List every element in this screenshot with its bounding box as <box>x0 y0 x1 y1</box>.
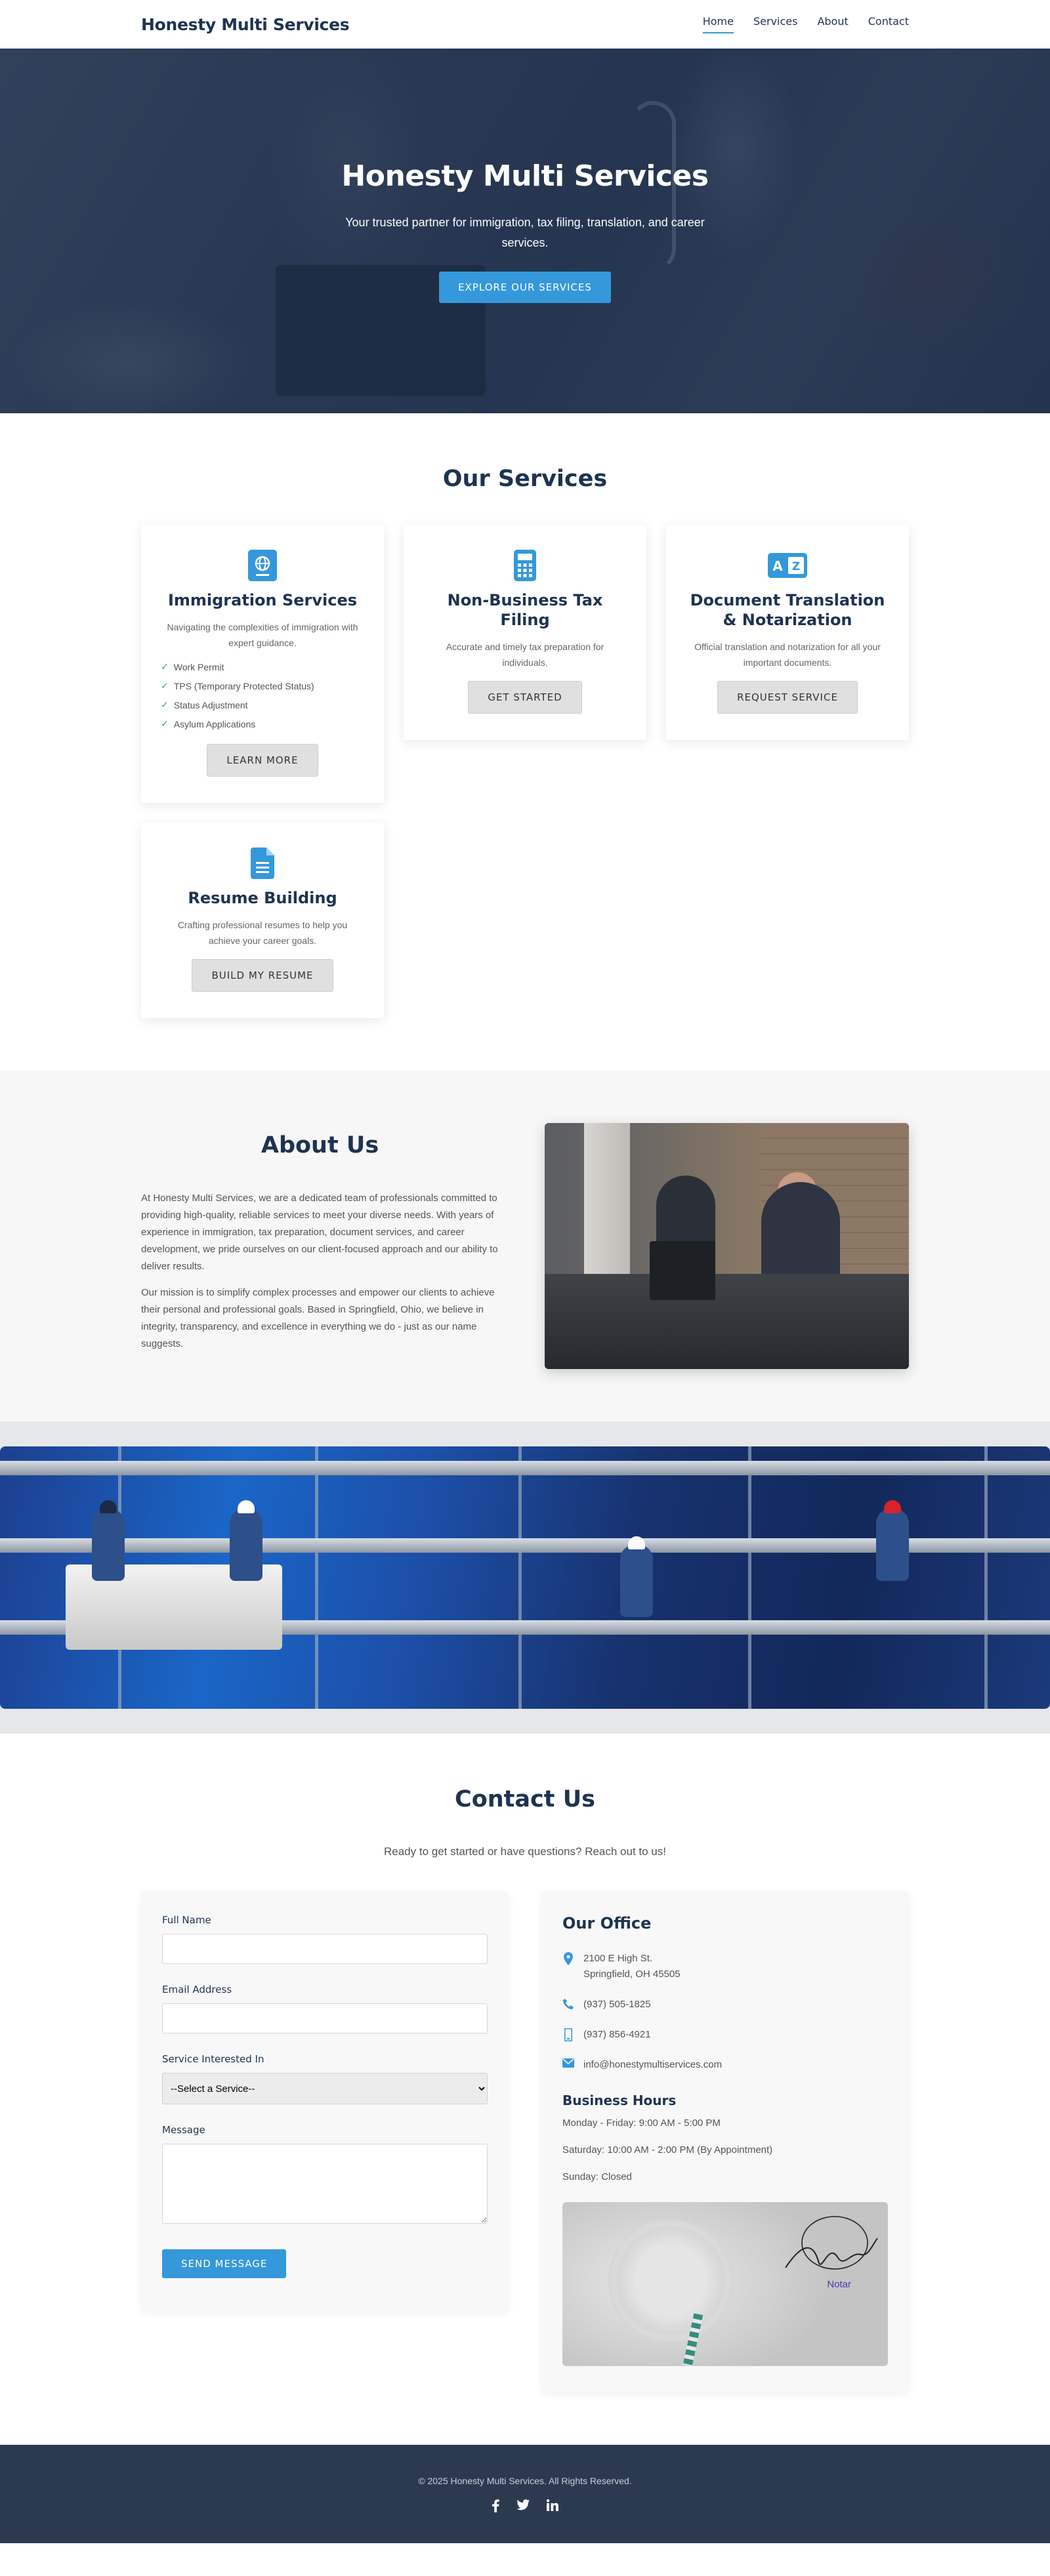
svg-text:Z: Z <box>792 560 800 573</box>
build-resume-button[interactable]: BUILD MY RESUME <box>192 959 333 992</box>
service-card-immigration: Immigration Services Navigating the comp… <box>141 525 384 803</box>
contact-form: Full Name Email Address Service Interest… <box>141 1891 509 2311</box>
site-header: Honesty Multi Services Home Services Abo… <box>0 0 1050 49</box>
card-description: Accurate and timely tax preparation for … <box>446 642 604 668</box>
social-links <box>492 2499 558 2512</box>
about-image <box>545 1123 909 1369</box>
hero-title: Honesty Multi Services <box>341 159 709 193</box>
about-paragraph: At Honesty Multi Services, we are a dedi… <box>141 1193 498 1272</box>
list-item: ✓ Work Permit <box>161 661 224 672</box>
about-paragraph: Our mission is to simplify complex proce… <box>141 1287 495 1349</box>
map-pin-icon <box>562 1951 574 1965</box>
email-input[interactable] <box>162 2003 488 2034</box>
window-cleaners-banner-image <box>0 1446 1050 1709</box>
card-title: Immigration Services <box>167 591 358 609</box>
address-line2: Springfield, OH 45505 <box>583 1969 681 1980</box>
nav-contact[interactable]: Contact <box>868 15 909 33</box>
check-icon: ✓ <box>161 680 169 691</box>
envelope-icon <box>562 2057 574 2068</box>
card-title: Non-Business Tax Filing <box>447 591 603 629</box>
about-section: About Us At Honesty Multi Services, we a… <box>0 1071 1050 1421</box>
address-row: 2100 E High St. Springfield, OH 45505 <box>562 1951 888 1982</box>
service-select[interactable]: --Select a Service-- <box>162 2073 488 2104</box>
twitter-icon[interactable] <box>516 2499 530 2512</box>
office-info-card: Our Office 2100 E High St. Springfield, O… <box>541 1891 909 2392</box>
calculator-icon <box>514 549 536 584</box>
file-icon <box>251 847 274 882</box>
facebook-icon[interactable] <box>492 2499 499 2512</box>
full-name-input[interactable] <box>162 1934 488 1964</box>
card-description: Navigating the complexities of immigrati… <box>167 622 358 648</box>
card-title: Document Translation & Notarization <box>690 591 885 629</box>
office-title: Our Office <box>562 1914 652 1932</box>
business-hours-title: Business Hours <box>562 2093 677 2108</box>
hero-section: Honesty Multi Services Your trusted part… <box>0 49 1050 413</box>
check-icon: ✓ <box>161 699 169 710</box>
message-label: Message <box>162 2124 205 2136</box>
card-description: Crafting professional resumes to help yo… <box>177 920 348 946</box>
check-icon: ✓ <box>161 661 169 672</box>
explore-services-button[interactable]: EXPLORE OUR SERVICES <box>439 271 611 303</box>
hours-sunday: Sunday: Closed <box>562 2171 632 2182</box>
email-label: Email Address <box>162 1984 232 1995</box>
service-card-resume: Resume Building Crafting professional re… <box>141 823 384 1018</box>
email-address[interactable]: info@honestymultiservices.com <box>583 2057 722 2073</box>
list-item: ✓ Asylum Applications <box>161 718 256 729</box>
passport-icon <box>248 549 277 584</box>
phone-row: (937) 505-1825 <box>562 1997 888 2013</box>
main-nav: Home Services About Contact <box>702 15 909 33</box>
send-message-button[interactable]: SEND MESSAGE <box>162 2249 287 2278</box>
email-row: info@honestymultiservices.com <box>562 2057 888 2073</box>
hours-weekdays: Monday - Friday: 9:00 AM - 5:00 PM <box>562 2117 721 2129</box>
get-started-button[interactable]: GET STARTED <box>468 681 582 714</box>
learn-more-button[interactable]: LEARN MORE <box>207 744 318 777</box>
copyright-text: © 2025 Honesty Multi Services. All Right… <box>418 2476 632 2486</box>
message-textarea[interactable] <box>162 2144 488 2224</box>
service-card-tax: Non-Business Tax Filing Accurate and tim… <box>404 525 646 740</box>
check-icon: ✓ <box>161 718 169 729</box>
services-grid: Immigration Services Navigating the comp… <box>141 525 909 1018</box>
nav-about[interactable]: About <box>817 15 848 33</box>
full-name-label: Full Name <box>162 1914 211 1926</box>
about-title: About Us <box>261 1132 379 1158</box>
brand-logo[interactable]: Honesty Multi Services <box>141 15 350 34</box>
phone-number[interactable]: (937) 505-1825 <box>583 1997 651 2013</box>
language-icon: AZ <box>768 552 807 581</box>
service-card-translation: AZ Document Translation & Notarization O… <box>666 525 909 740</box>
linkedin-icon[interactable] <box>547 2499 558 2512</box>
contact-section: Contact Us Ready to get started or have … <box>0 1734 1050 2445</box>
card-description: Official translation and notarization fo… <box>694 642 881 668</box>
contact-subtitle: Ready to get started or have questions? … <box>384 1845 666 1858</box>
list-item: ✓ Status Adjustment <box>161 699 248 710</box>
hero-subtitle: Your trusted partner for immigration, ta… <box>345 215 705 249</box>
service-label: Service Interested In <box>162 2053 264 2065</box>
card-title: Resume Building <box>188 889 337 907</box>
svg-text:A: A <box>772 558 783 574</box>
feature-list: ✓ Work Permit ✓ TPS (Temporary Protected S… <box>161 661 364 729</box>
hours-saturday: Saturday: 10:00 AM - 2:00 PM (By Appoint… <box>562 2144 773 2156</box>
banner-section <box>0 1421 1050 1734</box>
contact-title: Contact Us <box>455 1786 595 1812</box>
phone-icon <box>562 1997 574 2010</box>
mobile-icon <box>562 2027 574 2041</box>
services-title: Our Services <box>442 466 608 492</box>
services-section: Our Services Immigration Services Naviga… <box>0 413 1050 1071</box>
list-item: ✓ TPS (Temporary Protected Status) <box>161 680 314 691</box>
mobile-row: (937) 856-4921 <box>562 2027 888 2043</box>
nav-services[interactable]: Services <box>753 15 797 33</box>
request-service-button[interactable]: REQUEST SERVICE <box>717 681 858 714</box>
address-line1: 2100 E High St. <box>583 1953 653 1964</box>
mobile-number[interactable]: (937) 856-4921 <box>583 2027 651 2043</box>
notary-stamp-image: Notar <box>562 2202 888 2366</box>
stamp-text: Notar <box>827 2279 851 2290</box>
site-footer: © 2025 Honesty Multi Services. All Right… <box>0 2445 1050 2543</box>
nav-home[interactable]: Home <box>702 15 734 33</box>
